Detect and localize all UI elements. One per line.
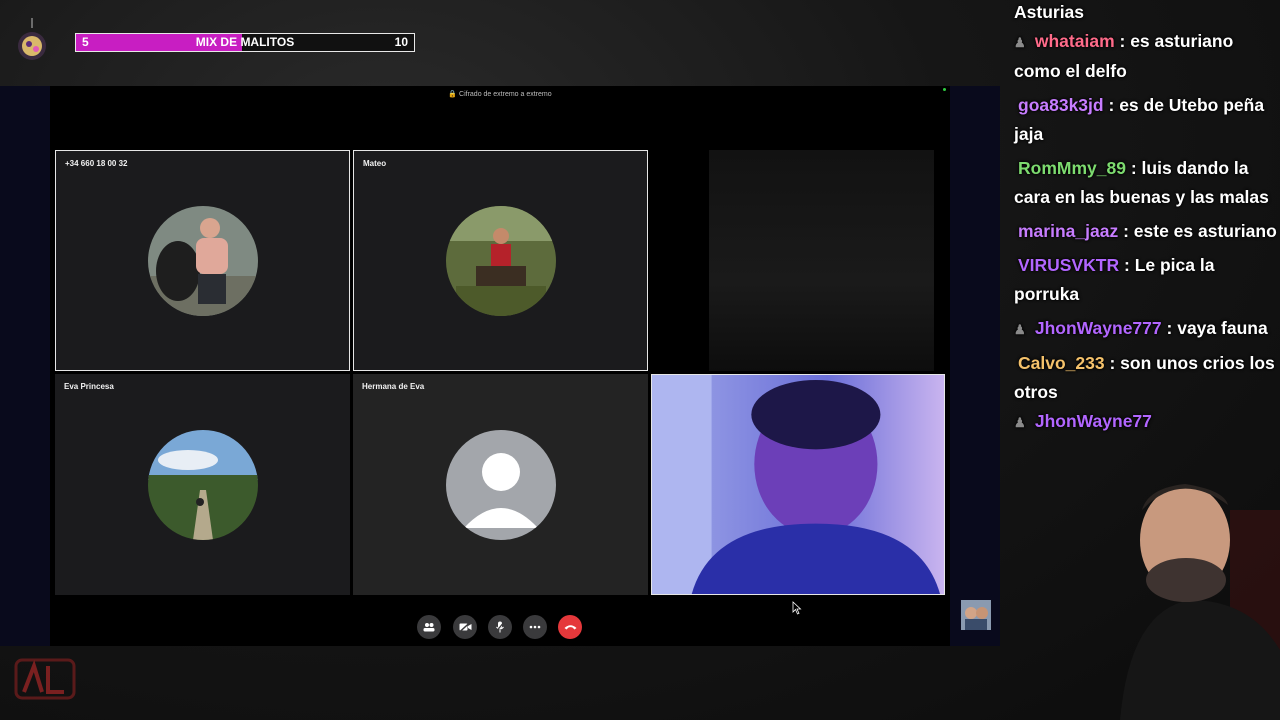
chat-username[interactable]: RomMmy_89: [1018, 158, 1126, 178]
more-icon: [529, 625, 541, 629]
chat-message: ♟ JhonWayne777 : vaya fauna: [1014, 314, 1280, 344]
participant-name: Eva Princesa: [64, 382, 114, 391]
participant-tile[interactable]: +34 660 18 00 32: [55, 150, 350, 371]
more-options-button[interactable]: [523, 615, 547, 639]
self-preview-thumbnail[interactable]: [961, 600, 991, 630]
chat-message: Asturias: [1014, 0, 1280, 27]
end-call-button[interactable]: [558, 615, 582, 639]
participant-name: Hermana de Eva: [362, 382, 425, 391]
chat-message: goa83k3jd : es de Utebo peña jaja: [1014, 95, 1265, 144]
participants-button[interactable]: [417, 615, 441, 639]
chat-username[interactable]: goa83k3jd: [1018, 95, 1104, 115]
channel-logo-icon: [18, 18, 46, 60]
stream-chat: Asturias ♟ whataiam : es asturiano como …: [1014, 0, 1280, 437]
chat-username[interactable]: Calvo_233: [1018, 353, 1105, 373]
chat-message: marina_jaaz : este es asturiano: [1018, 221, 1277, 241]
chat-message: Calvo_233 : son unos crios los otros: [1014, 353, 1275, 402]
mic-off-icon: [495, 621, 505, 633]
channel-watermark-logo: [14, 658, 76, 700]
capture-margin-right: [950, 86, 1000, 646]
self-video-tile[interactable]: [651, 374, 945, 595]
participant-tile[interactable]: Eva Princesa: [55, 374, 350, 595]
encryption-notice: 🔒 Cifrado de extremo a extremo: [448, 91, 552, 98]
user-badge-icon: ♟: [1014, 415, 1026, 430]
chat-message-text: Asturias: [1014, 2, 1085, 22]
connection-status-dot: [943, 88, 946, 91]
video-off-icon: [458, 622, 471, 632]
user-badge-icon: ♟: [1014, 35, 1026, 50]
chat-username[interactable]: marina_jaaz: [1018, 221, 1118, 241]
mouse-cursor-icon: [792, 601, 802, 615]
call-window: 🔒 Cifrado de extremo a extremo +34 660 1…: [50, 86, 950, 646]
chat-message: VIRUSVKTR : Le pica la porruka: [1014, 255, 1215, 304]
chat-message: RomMmy_89 : luis dando la cara en las bu…: [1014, 158, 1269, 207]
toggle-mic-button[interactable]: [488, 615, 512, 639]
people-icon: [423, 623, 435, 632]
participant-avatar: [445, 205, 556, 316]
goal-end-value: 10: [394, 35, 408, 49]
chat-message: ♟ JhonWayne77: [1014, 407, 1280, 437]
chat-username[interactable]: JhonWayne77: [1035, 411, 1152, 431]
participant-video-dark[interactable]: [709, 150, 934, 371]
sub-goal-bar: 5 MIX DE MALITOS 10: [75, 33, 415, 52]
capture-margin-left: [0, 86, 50, 646]
chat-message-text: vaya fauna: [1177, 318, 1268, 338]
video-call-capture: 🔒 Cifrado de extremo a extremo +34 660 1…: [0, 86, 1000, 646]
default-user-avatar-icon: [445, 429, 556, 540]
goal-title: MIX DE MALITOS: [195, 35, 295, 49]
participant-avatar: [147, 429, 258, 540]
toggle-video-button[interactable]: [453, 615, 477, 639]
user-badge-icon: ♟: [1014, 322, 1026, 337]
self-video-feed: [652, 375, 944, 594]
chat-username[interactable]: JhonWayne777: [1035, 318, 1162, 338]
participant-tile[interactable]: Mateo: [353, 150, 648, 371]
call-controls: [50, 615, 950, 639]
participant-name: +34 660 18 00 32: [65, 159, 128, 168]
chat-username[interactable]: whataiam: [1035, 31, 1115, 51]
chat-message-text: este es asturiano: [1133, 221, 1277, 241]
participant-tile[interactable]: Hermana de Eva: [353, 374, 648, 595]
participant-avatar: [147, 205, 258, 316]
participant-name: Mateo: [363, 159, 387, 168]
chat-username[interactable]: VIRUSVKTR: [1018, 255, 1119, 275]
end-call-icon: [564, 625, 576, 630]
chat-message: ♟ whataiam : es asturiano como el delfo: [1014, 27, 1280, 86]
streamer-webcam: [1120, 484, 1280, 720]
